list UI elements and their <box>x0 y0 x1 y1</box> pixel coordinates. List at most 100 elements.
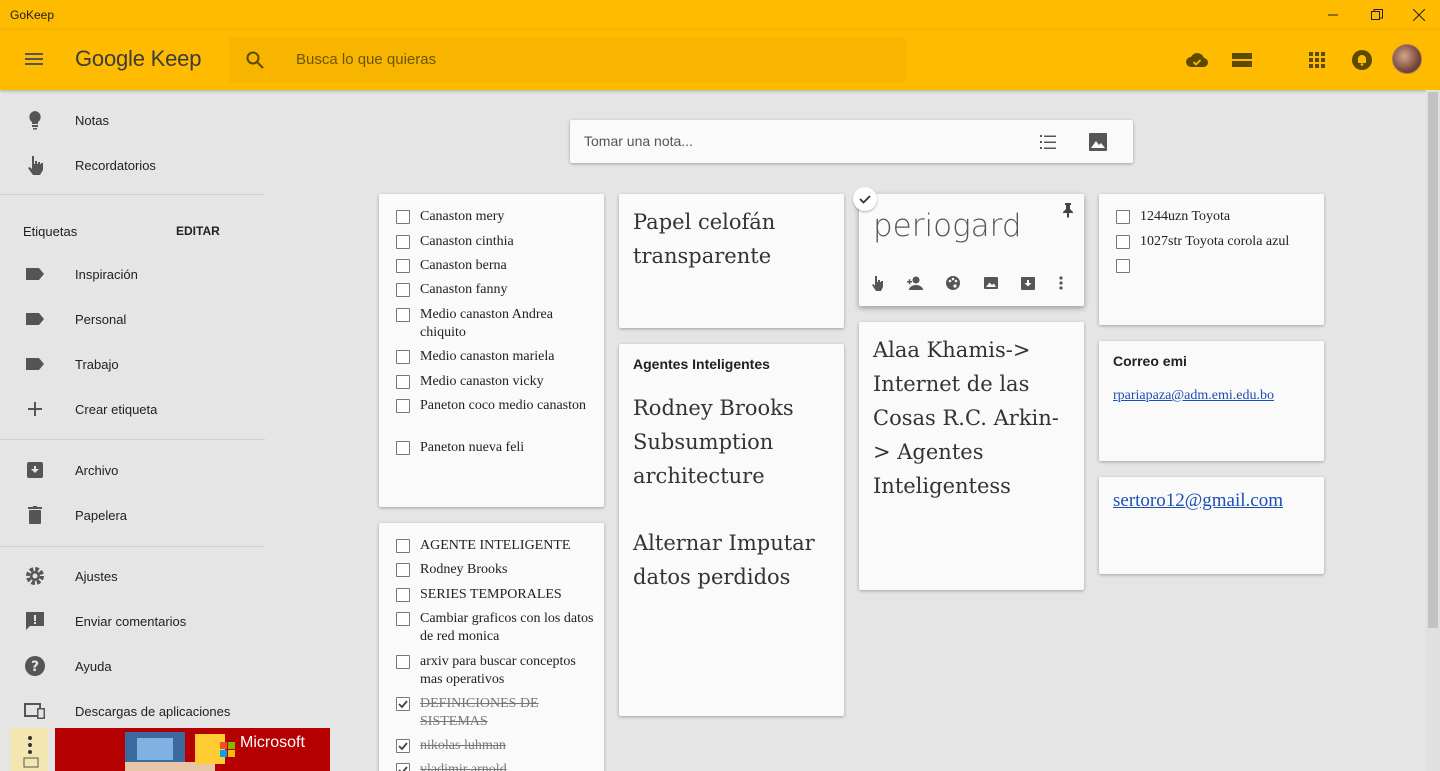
menu-icon[interactable] <box>22 47 46 71</box>
apps-grid-icon[interactable] <box>1305 48 1329 77</box>
take-note-input[interactable]: Tomar una nota... <box>584 133 693 149</box>
note-title-large: periogard <box>873 208 1022 244</box>
archive-icon[interactable] <box>1019 274 1037 297</box>
checkbox[interactable] <box>396 375 410 389</box>
note-body: Rodney Brooks Subsumption architecture <box>633 396 794 488</box>
color-palette-icon[interactable] <box>944 274 962 297</box>
checkbox-checked[interactable] <box>396 763 410 771</box>
checkbox[interactable] <box>396 235 410 249</box>
minimize-button[interactable] <box>1310 0 1356 30</box>
sidebar-item-descargas[interactable]: Descargas de aplicaciones <box>0 689 265 733</box>
labels-heading: Etiquetas <box>23 224 78 239</box>
sidebar-item-label: Archivo <box>75 462 119 478</box>
scrollbar-thumb[interactable] <box>1428 92 1438 628</box>
sidebar-item-ayuda[interactable]: ? Ayuda <box>0 644 265 688</box>
note-body: Alaa Khamis-> Internet de las Cosas R.C.… <box>873 338 1059 498</box>
cloud-sync-icon[interactable] <box>1185 48 1209 77</box>
note-card-periogard[interactable]: periogard <box>859 194 1084 306</box>
feedback-icon <box>23 609 47 633</box>
sidebar-item-crear-etiqueta[interactable]: Crear etiqueta <box>0 387 265 431</box>
note-card-correo[interactable]: Correo emi rpariapaza@adm.emi.edu.bo <box>1099 341 1324 461</box>
note-card-agentes[interactable]: Agentes Inteligentes Rodney Brooks Subsu… <box>619 344 844 716</box>
collaborator-icon[interactable] <box>906 274 924 297</box>
ad-brand: Microsoft <box>240 734 305 751</box>
sidebar-item-trabajo[interactable]: Trabajo <box>0 342 265 386</box>
microsoft-ad-banner[interactable]: Microsoft <box>55 728 330 771</box>
checkbox[interactable] <box>1116 235 1130 249</box>
sidebar-item-inspiracion[interactable]: Inspiración <box>0 252 265 296</box>
checkbox[interactable] <box>396 563 410 577</box>
sidebar-item-comentarios[interactable]: Enviar comentarios <box>0 599 265 643</box>
checkbox[interactable] <box>396 210 410 224</box>
sidebar-item-recordatorios[interactable]: Recordatorios <box>0 143 265 187</box>
checkbox[interactable] <box>396 612 410 626</box>
divider <box>0 439 265 440</box>
sidebar-item-label: Personal <box>75 311 127 327</box>
svg-text:?: ? <box>31 659 39 675</box>
sidebar-item-label: Enviar comentarios <box>75 613 187 629</box>
label-tag-icon <box>23 307 47 331</box>
checkbox[interactable] <box>396 539 410 553</box>
note-card-alaa[interactable]: Alaa Khamis-> Internet de las Cosas R.C.… <box>859 322 1084 590</box>
new-image-note-icon[interactable] <box>1088 132 1108 157</box>
keyboard-button[interactable] <box>10 728 48 771</box>
trash-icon <box>23 503 47 527</box>
checkbox[interactable] <box>396 588 410 602</box>
sidebar-item-notas[interactable]: Notas <box>0 98 265 142</box>
checkbox[interactable] <box>1116 210 1130 224</box>
search-input[interactable]: Busca lo que quieras <box>296 51 436 68</box>
checkbox[interactable] <box>396 441 410 455</box>
email-link[interactable]: sertoro12@gmail.com <box>1113 490 1283 512</box>
sidebar-item-archivo[interactable]: Archivo <box>0 448 265 492</box>
note-card-sertoro[interactable]: sertoro12@gmail.com <box>1099 477 1324 574</box>
archive-icon <box>23 458 47 482</box>
note-card-toyota[interactable]: 1244uzn Toyota 1027str Toyota corola azu… <box>1099 194 1324 325</box>
checkbox-checked[interactable] <box>396 697 410 711</box>
list-view-icon[interactable] <box>1230 48 1254 77</box>
new-list-icon[interactable] <box>1038 132 1058 157</box>
scrollbar[interactable] <box>1426 90 1440 771</box>
checkbox[interactable] <box>396 259 410 273</box>
sidebar-item-label: Crear etiqueta <box>75 401 158 417</box>
devices-icon <box>23 699 47 723</box>
more-options-icon[interactable] <box>1056 274 1066 297</box>
search-bar[interactable]: Busca lo que quieras <box>229 38 906 82</box>
reminder-hand-icon[interactable] <box>869 274 887 297</box>
app-header: Google Keep Busca lo que quieras <box>0 30 1440 90</box>
checkbox[interactable] <box>1116 259 1130 273</box>
note-card-papel[interactable]: Papel celofán transparente <box>619 194 844 328</box>
note-card-canaston[interactable]: Canaston mery Canaston cinthia Canaston … <box>379 194 604 507</box>
sidebar-item-ajustes[interactable]: Ajustes <box>0 554 265 598</box>
email-link[interactable]: rpariapaza@adm.emi.edu.bo <box>1113 388 1274 404</box>
pin-icon[interactable] <box>1060 202 1076 223</box>
note-body: Alternar Imputar datos perdidos <box>633 531 815 589</box>
lightbulb-icon <box>23 108 47 132</box>
select-note-check-icon[interactable] <box>853 187 877 211</box>
checkbox[interactable] <box>396 283 410 297</box>
sidebar-item-papelera[interactable]: Papelera <box>0 493 265 537</box>
checkbox[interactable] <box>396 350 410 364</box>
notifications-icon[interactable] <box>1350 48 1374 77</box>
window-titlebar: GoKeep <box>0 0 1440 30</box>
checkbox[interactable] <box>396 308 410 322</box>
plus-icon <box>23 397 47 421</box>
close-button[interactable] <box>1396 0 1440 30</box>
sidebar-item-personal[interactable]: Personal <box>0 297 265 341</box>
note-title: Agentes Inteligentes <box>633 356 770 372</box>
take-note-composer[interactable]: Tomar una nota... <box>570 120 1133 163</box>
user-avatar[interactable] <box>1392 44 1422 74</box>
sidebar-item-label: Ajustes <box>75 568 118 584</box>
sidebar-item-label: Ayuda <box>75 658 112 674</box>
note-card-agente[interactable]: AGENTE INTELIGENTE Rodney Brooks SERIES … <box>379 523 604 771</box>
sidebar-item-label: Descargas de aplicaciones <box>75 703 231 719</box>
label-tag-icon <box>23 352 47 376</box>
restore-button[interactable] <box>1354 0 1400 30</box>
divider <box>0 546 265 547</box>
checkbox-checked[interactable] <box>396 739 410 753</box>
checkbox[interactable] <box>396 655 410 669</box>
checkbox[interactable] <box>396 399 410 413</box>
add-image-icon[interactable] <box>982 274 1000 297</box>
sidebar: Notas Recordatorios Etiquetas EDITAR Ins… <box>0 90 265 771</box>
edit-labels-button[interactable]: EDITAR <box>176 224 220 238</box>
app-logo: Google Keep <box>75 46 202 71</box>
